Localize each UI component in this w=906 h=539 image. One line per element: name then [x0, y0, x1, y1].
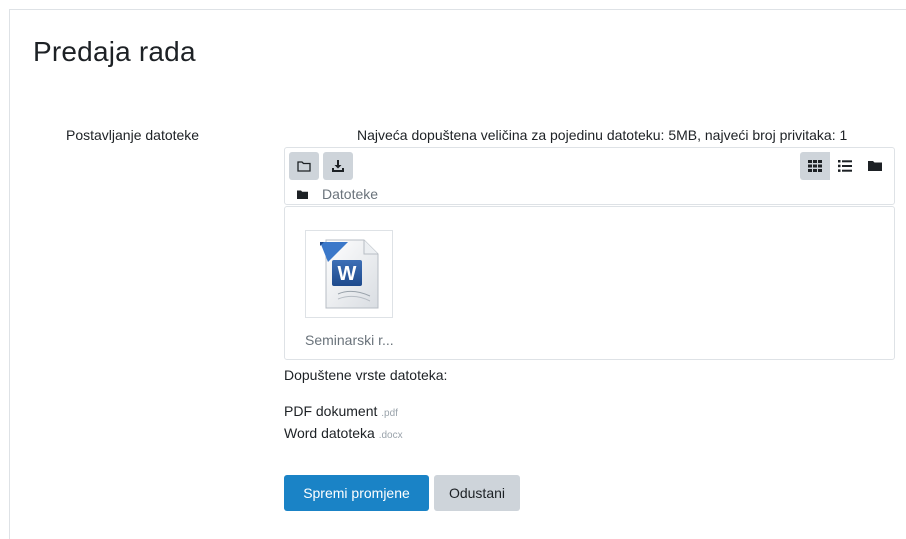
allowed-type-label: Word datoteka	[284, 425, 375, 441]
folder-outline-icon	[297, 161, 311, 172]
list-view-icon	[838, 160, 852, 172]
grid-view-button[interactable]	[800, 152, 830, 180]
folder-view-icon	[868, 161, 882, 171]
allowed-type-item: PDF dokument .pdf	[284, 403, 398, 419]
file-picker-content: W Seminarski r...	[284, 206, 895, 360]
file-picker: Datoteke W Seminarski r...	[284, 147, 895, 360]
svg-text:W: W	[338, 263, 357, 285]
grid-view-icon	[808, 160, 822, 172]
allowed-type-ext: .docx	[378, 430, 403, 441]
list-view-button[interactable]	[830, 152, 860, 180]
allowed-type-ext: .pdf	[381, 408, 398, 419]
word-document-icon: W	[320, 239, 379, 309]
page-title: Predaja rada	[33, 36, 196, 67]
allowed-type-item: Word datoteka .docx	[284, 425, 403, 441]
file-picker-toolbar: Datoteke	[284, 147, 895, 205]
download-icon	[332, 160, 344, 172]
view-switcher	[800, 152, 890, 180]
path-label[interactable]: Datoteke	[322, 186, 378, 202]
create-folder-button[interactable]	[289, 152, 319, 180]
file-thumbnail: W	[305, 230, 393, 318]
file-tile[interactable]: W Seminarski r...	[305, 230, 394, 348]
folder-icon	[297, 190, 308, 199]
tree-view-button[interactable]	[860, 152, 890, 180]
path-breadcrumb: Datoteke	[297, 185, 378, 203]
allowed-type-label: PDF dokument	[284, 403, 378, 419]
file-name: Seminarski r...	[305, 332, 394, 348]
upload-limits-text: Najveća dopuštena veličina za pojedinu d…	[357, 127, 848, 143]
cancel-button[interactable]: Odustani	[434, 475, 520, 511]
download-all-button[interactable]	[323, 152, 353, 180]
allowed-types-heading: Dopuštene vrste datoteka:	[284, 367, 448, 383]
save-changes-button[interactable]: Spremi promjene	[284, 475, 429, 511]
upload-field-label: Postavljanje datoteke	[66, 127, 200, 143]
